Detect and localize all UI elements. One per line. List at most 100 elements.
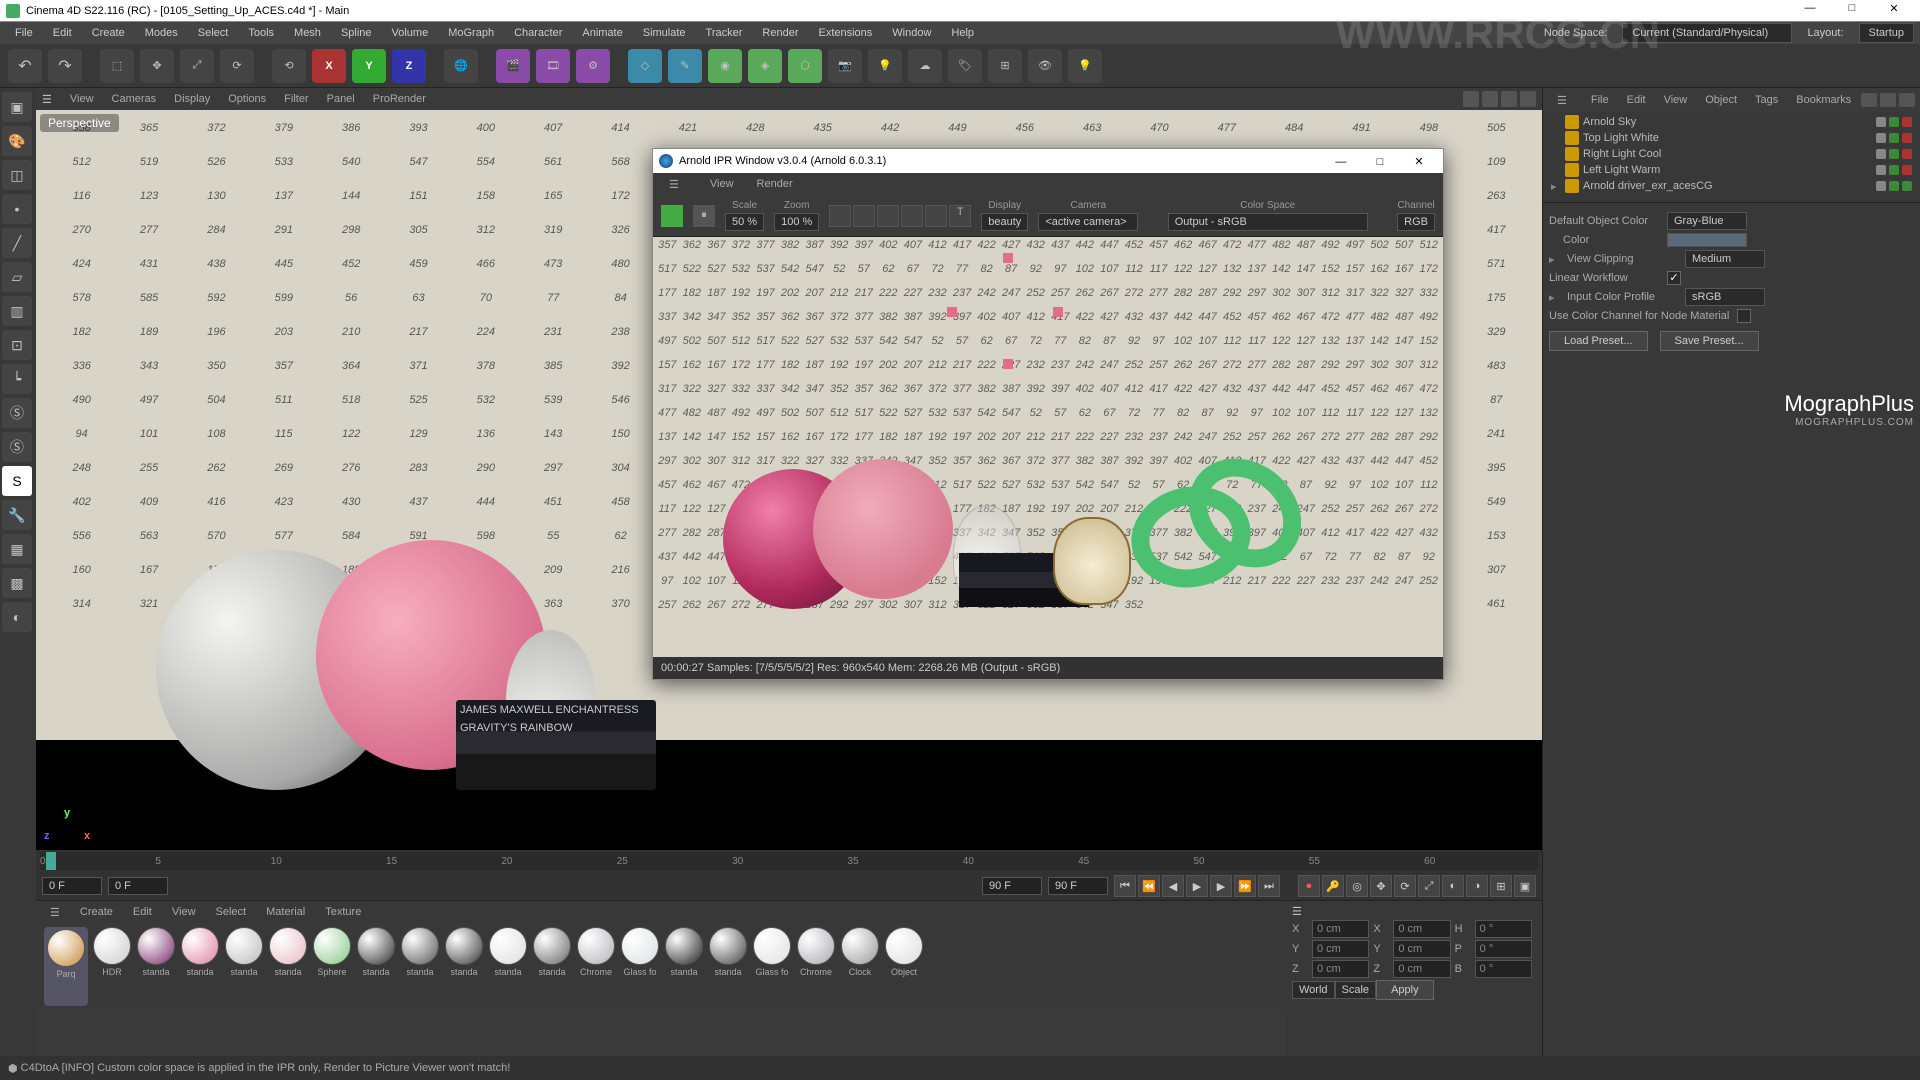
select-tool[interactable]: ⬚ xyxy=(100,49,134,83)
generator-button[interactable]: ◉ xyxy=(708,49,742,83)
material-item[interactable]: standa xyxy=(488,927,528,1006)
menu-window[interactable]: Window xyxy=(883,24,940,42)
move-tool[interactable]: ✥ xyxy=(140,49,174,83)
ipr-view-btn-1[interactable] xyxy=(829,205,851,227)
menu-volume[interactable]: Volume xyxy=(383,24,438,42)
arnold-ipr-window[interactable]: Arnold IPR Window v3.0.4 (Arnold 6.0.3.1… xyxy=(652,148,1444,680)
obj-layout-icon[interactable] xyxy=(1899,93,1915,107)
menu-render[interactable]: Render xyxy=(753,24,807,42)
size-z-input[interactable]: 0 cm xyxy=(1393,960,1450,978)
obj-menu-object[interactable]: Object xyxy=(1697,92,1745,108)
object-row[interactable]: Right Light Cool xyxy=(1547,146,1916,162)
material-item[interactable]: Glass fo xyxy=(752,927,792,1006)
coord-y-input[interactable]: 0 cm xyxy=(1312,940,1369,958)
ipr-camera-dropdown[interactable]: <active camera> xyxy=(1038,213,1138,231)
ipr-menu-render[interactable]: Render xyxy=(747,176,803,192)
goto-end-button[interactable]: ⏭ xyxy=(1258,875,1280,897)
menu-spline[interactable]: Spline xyxy=(332,24,381,42)
object-list[interactable]: Arnold Sky Top Light White Right Light C… xyxy=(1543,112,1920,202)
render-pv-button[interactable]: 🎞 xyxy=(536,49,570,83)
layer-dot-icon[interactable] xyxy=(1876,181,1886,191)
vp-menu-cameras[interactable]: Cameras xyxy=(104,91,165,107)
layer-dot-icon[interactable] xyxy=(1876,117,1886,127)
field-button[interactable]: ⬡ xyxy=(788,49,822,83)
coord-z-input[interactable]: 0 cm xyxy=(1312,960,1369,978)
last-tool[interactable]: ⟲ xyxy=(272,49,306,83)
menu-simulate[interactable]: Simulate xyxy=(634,24,695,42)
obj-menu-view[interactable]: View xyxy=(1656,92,1696,108)
render-region-handle-3[interactable] xyxy=(1053,307,1063,317)
menu-extensions[interactable]: Extensions xyxy=(809,24,881,42)
ipr-view-btn-5[interactable] xyxy=(925,205,947,227)
timeline-ruler[interactable]: 051015202530354045505560 xyxy=(40,852,1538,870)
deformer-button[interactable]: ◈ xyxy=(748,49,782,83)
object-row[interactable]: ▸ Arnold driver_exr_acesCG xyxy=(1547,178,1916,194)
coord-apply-button[interactable]: Apply xyxy=(1376,980,1434,1000)
material-item[interactable]: Object xyxy=(884,927,924,1006)
vp-menu-filter[interactable]: Filter xyxy=(276,91,316,107)
layer-dot-icon[interactable] xyxy=(1876,149,1886,159)
misc-tool-1[interactable]: ⊞ xyxy=(988,49,1022,83)
menu-animate[interactable]: Animate xyxy=(573,24,631,42)
material-item[interactable]: standa xyxy=(444,927,484,1006)
material-item[interactable]: standa xyxy=(180,927,220,1006)
render-toggle[interactable] xyxy=(1902,133,1912,143)
material-item[interactable]: standa xyxy=(532,927,572,1006)
minimize-button[interactable]: — xyxy=(1790,2,1830,20)
autokey-button[interactable]: 🔑 xyxy=(1322,875,1344,897)
size-x-input[interactable]: 0 cm xyxy=(1393,920,1450,938)
environment-button[interactable]: ☁ xyxy=(908,49,942,83)
frame-end-view-field[interactable]: 90 F xyxy=(982,877,1042,895)
material-item[interactable]: standa xyxy=(224,927,264,1006)
material-item[interactable]: standa xyxy=(400,927,440,1006)
point-mode[interactable]: • xyxy=(2,194,32,224)
vp-nav-icon-4[interactable] xyxy=(1520,91,1536,107)
ipr-menu-view[interactable]: View xyxy=(700,176,744,192)
undo-button[interactable]: ↶ xyxy=(8,49,42,83)
vp-nav-icon-2[interactable] xyxy=(1482,91,1498,107)
axis-x-toggle[interactable]: X xyxy=(312,49,346,83)
goto-prev-key-button[interactable]: ⏪ xyxy=(1138,875,1160,897)
coord-x-input[interactable]: 0 cm xyxy=(1312,920,1369,938)
menu-character[interactable]: Character xyxy=(505,24,571,42)
texture-mode[interactable]: 🎨 xyxy=(2,126,32,156)
frame-start-field[interactable]: 0 F xyxy=(42,877,102,895)
menu-file[interactable]: File xyxy=(6,24,42,42)
coord-mode-dropdown[interactable]: World xyxy=(1292,981,1335,999)
ipr-text-overlay-btn[interactable]: T xyxy=(949,205,971,227)
material-item[interactable]: HDR xyxy=(92,927,132,1006)
menu-help[interactable]: Help xyxy=(942,24,983,42)
obj-filter-icon[interactable] xyxy=(1880,93,1896,107)
ipr-pause-button[interactable]: ⏸ xyxy=(693,205,715,227)
key-misc-button[interactable]: ▣ xyxy=(1514,875,1536,897)
camera-button[interactable]: 📷 xyxy=(828,49,862,83)
material-item[interactable]: Chrome xyxy=(796,927,836,1006)
workplane-mode[interactable]: ◫ xyxy=(2,160,32,190)
menu-tracker[interactable]: Tracker xyxy=(697,24,752,42)
menu-create[interactable]: Create xyxy=(83,24,134,42)
uvpoly-mode[interactable]: ▥ xyxy=(2,296,32,326)
material-item[interactable]: Glass fo xyxy=(620,927,660,1006)
visibility-toggle[interactable] xyxy=(1889,117,1899,127)
ipr-play-button[interactable] xyxy=(661,205,683,227)
view-clipping-dropdown[interactable]: Medium xyxy=(1685,250,1765,268)
material-item[interactable]: standa xyxy=(136,927,176,1006)
viewport-solo[interactable]: ▦ xyxy=(2,534,32,564)
timeline-ruler-area[interactable]: 051015202530354045505560 xyxy=(36,850,1542,872)
obj-menu-tags[interactable]: Tags xyxy=(1747,92,1786,108)
vp-menu-prorender[interactable]: ProRender xyxy=(365,91,434,107)
spline-pen-button[interactable]: ✎ xyxy=(668,49,702,83)
redo-button[interactable]: ↷ xyxy=(48,49,82,83)
material-item[interactable]: Chrome xyxy=(576,927,616,1006)
mat-menu-create[interactable]: Create xyxy=(72,904,121,920)
rot-p-input[interactable]: 0 ° xyxy=(1475,940,1532,958)
layer-dot-icon[interactable] xyxy=(1876,165,1886,175)
ipr-hamburger-icon[interactable]: ☰ xyxy=(659,176,689,193)
model-mode[interactable]: ▣ xyxy=(2,92,32,122)
menu-tools[interactable]: Tools xyxy=(239,24,283,42)
menu-mograph[interactable]: MoGraph xyxy=(439,24,503,42)
input-color-profile-dropdown[interactable]: sRGB xyxy=(1685,288,1765,306)
bulb-button[interactable]: 💡 xyxy=(1068,49,1102,83)
material-item[interactable]: standa xyxy=(708,927,748,1006)
material-item[interactable]: standa xyxy=(356,927,396,1006)
